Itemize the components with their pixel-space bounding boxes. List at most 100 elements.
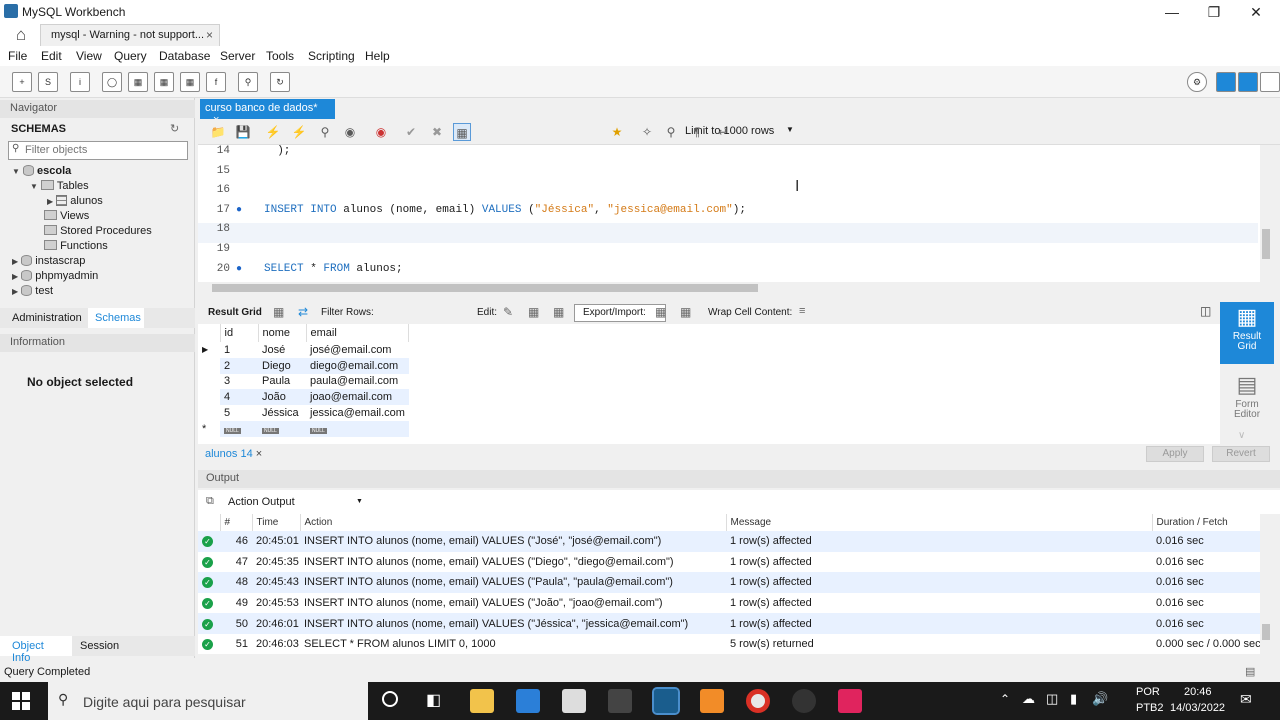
clock-date[interactable]: 14/03/2022 [1170, 702, 1225, 714]
cell[interactable]: Paula [258, 374, 306, 390]
tree-alunos[interactable]: ▶ alunos [47, 195, 103, 210]
refresh-icon[interactable]: ⇄ [298, 305, 308, 319]
cell[interactable]: 4 [220, 389, 258, 406]
menu-scripting[interactable]: Scripting [308, 49, 355, 63]
form-editor-panel-button[interactable]: ▤ Form Editor [1220, 370, 1274, 432]
taskbar-search[interactable]: ⚲ Digite aqui para pesquisar [48, 682, 368, 720]
inspector-icon[interactable]: i [70, 72, 90, 92]
tree-escola[interactable]: ▼ escola [12, 165, 71, 180]
wrap-icon[interactable]: ≡ [799, 305, 805, 317]
autocommit-icon[interactable]: ▦ [453, 123, 471, 141]
menu-tools[interactable]: Tools [266, 49, 294, 63]
volume-icon[interactable]: 🔊 [1092, 691, 1108, 707]
table-row[interactable]: 4 João joao@email.com [198, 389, 409, 406]
null-cell[interactable]: NULL [220, 420, 258, 437]
explain-icon[interactable]: ⚲ [316, 123, 334, 141]
execute-icon[interactable]: ⚡ [264, 123, 282, 141]
keyboard-layout[interactable]: PTB2 [1136, 702, 1164, 714]
language-indicator[interactable]: POR [1136, 686, 1160, 698]
grid-icon[interactable]: ▦ [273, 305, 284, 319]
chevron-up-icon[interactable]: ⌃ [1000, 692, 1010, 706]
minimize-button[interactable]: — [1152, 2, 1192, 22]
scroll-thumb[interactable] [212, 284, 758, 292]
editor-horizontal-scrollbar[interactable] [198, 282, 1260, 294]
output-row[interactable]: ✓ 47 20:45:35 INSERT INTO alunos (nome, ema… [198, 552, 1260, 573]
task-view-icon[interactable]: ◧ [426, 690, 441, 710]
create-view-icon[interactable]: ▦ [154, 72, 174, 92]
cell[interactable]: josé@email.com [306, 342, 409, 358]
word-wrap-icon[interactable]: ↵ [714, 123, 732, 141]
import-icon[interactable]: ▦ [680, 305, 691, 319]
result-tab[interactable]: alunos 14 × [205, 448, 262, 460]
menu-server[interactable]: Server [220, 49, 255, 63]
result-grid-panel-button[interactable]: ▦ Result Grid [1220, 302, 1274, 364]
app-icon[interactable] [562, 689, 586, 713]
cell[interactable]: 3 [220, 374, 258, 390]
invisible-chars-icon[interactable]: ¶ [688, 123, 706, 141]
stop-icon[interactable]: ◉ [341, 123, 359, 141]
filter-objects-input[interactable] [25, 142, 180, 158]
mail-icon[interactable] [516, 689, 540, 713]
output-row[interactable]: ✓ 49 20:45:53 INSERT INTO alunos (nome, ema… [198, 593, 1260, 614]
app-icon[interactable] [792, 689, 816, 713]
table-row[interactable]: 3 Paula paula@email.com [198, 374, 409, 390]
tree-instascrap[interactable]: ▶ instascrap [12, 255, 85, 270]
toggle-output-icon[interactable] [1238, 72, 1258, 92]
mysql-workbench-taskbar-icon[interactable] [652, 687, 680, 715]
close-tab-icon[interactable]: × [206, 28, 213, 42]
action-output-select[interactable]: Action Output [228, 496, 295, 508]
status-panel-icon[interactable]: ▤ [1245, 665, 1255, 678]
settings-icon[interactable]: ⚙ [1187, 72, 1207, 92]
cell[interactable]: 1 [220, 342, 258, 358]
null-cell[interactable]: NULL [306, 420, 409, 437]
reconnect-icon[interactable]: ↻ [270, 72, 290, 92]
notifications-icon[interactable]: ✉ [1240, 691, 1252, 708]
chevron-down-icon[interactable]: ∨ [1238, 430, 1245, 441]
menu-help[interactable]: Help [365, 49, 390, 63]
search-table-data-icon[interactable]: ⚲ [238, 72, 258, 92]
execute-current-icon[interactable]: ⚡ [290, 123, 308, 141]
cell[interactable]: paula@email.com [306, 374, 409, 390]
column-header[interactable]: email [306, 324, 410, 342]
windows-start-icon[interactable] [12, 692, 30, 710]
output-row[interactable]: ✓ 46 20:45:01 INSERT INTO alunos (nome, ema… [198, 531, 1260, 552]
export-icon[interactable]: ▦ [655, 305, 666, 319]
table-row[interactable]: ▶ 1 José josé@email.com [198, 342, 409, 358]
file-explorer-icon[interactable] [470, 689, 494, 713]
open-sql-script-icon[interactable]: S [38, 72, 58, 92]
toggle-sidebar-icon[interactable] [1216, 72, 1236, 92]
tree-tables[interactable]: ▼ Tables [30, 180, 89, 195]
beautify-icon[interactable]: ★ [608, 123, 626, 141]
apply-button[interactable]: Apply [1146, 446, 1204, 462]
create-function-icon[interactable]: f [206, 72, 226, 92]
chevron-down-icon[interactable]: ▼ [356, 498, 363, 505]
cell[interactable]: jessica@email.com [306, 405, 409, 421]
output-scrollbar[interactable] [1260, 514, 1272, 654]
home-icon[interactable]: ⌂ [8, 25, 34, 45]
toggle-panel-icon[interactable]: ◫ [1200, 304, 1211, 318]
delete-row-icon[interactable]: ▦ [553, 305, 564, 319]
scroll-thumb[interactable] [1262, 229, 1270, 259]
toggle-error-stop-icon[interactable]: ◉ [372, 123, 390, 141]
find-icon[interactable]: ⚲ [662, 123, 680, 141]
tab-object-info[interactable]: Object Info [0, 636, 72, 664]
table-row[interactable]: 2 Diego diego@email.com [198, 357, 409, 374]
output-row[interactable]: ✓ 50 20:46:01 INSERT INTO alunos (nome, ema… [198, 613, 1260, 634]
cloud-icon[interactable]: ☁ [1022, 691, 1035, 707]
refresh-schemas-icon[interactable]: ↻ [170, 122, 179, 135]
battery-icon[interactable]: ▮ [1070, 691, 1077, 707]
scroll-thumb[interactable] [1262, 624, 1270, 640]
create-table-icon[interactable]: ▦ [128, 72, 148, 92]
tree-stored-procedures[interactable]: Stored Procedures [44, 225, 152, 240]
filter-objects-box[interactable]: ⚲ [8, 141, 188, 160]
tab-session[interactable]: Session [74, 636, 125, 656]
app-icon[interactable] [608, 689, 632, 713]
menu-query[interactable]: Query [114, 49, 147, 63]
app-icon[interactable] [838, 689, 862, 713]
tree-views[interactable]: Views [44, 210, 89, 225]
menu-view[interactable]: View [76, 49, 102, 63]
column-header[interactable]: nome [258, 324, 307, 342]
tab-schemas[interactable]: Schemas [88, 308, 144, 328]
add-row-icon[interactable]: ▦ [528, 305, 539, 319]
network-icon[interactable]: ◫ [1046, 691, 1058, 707]
